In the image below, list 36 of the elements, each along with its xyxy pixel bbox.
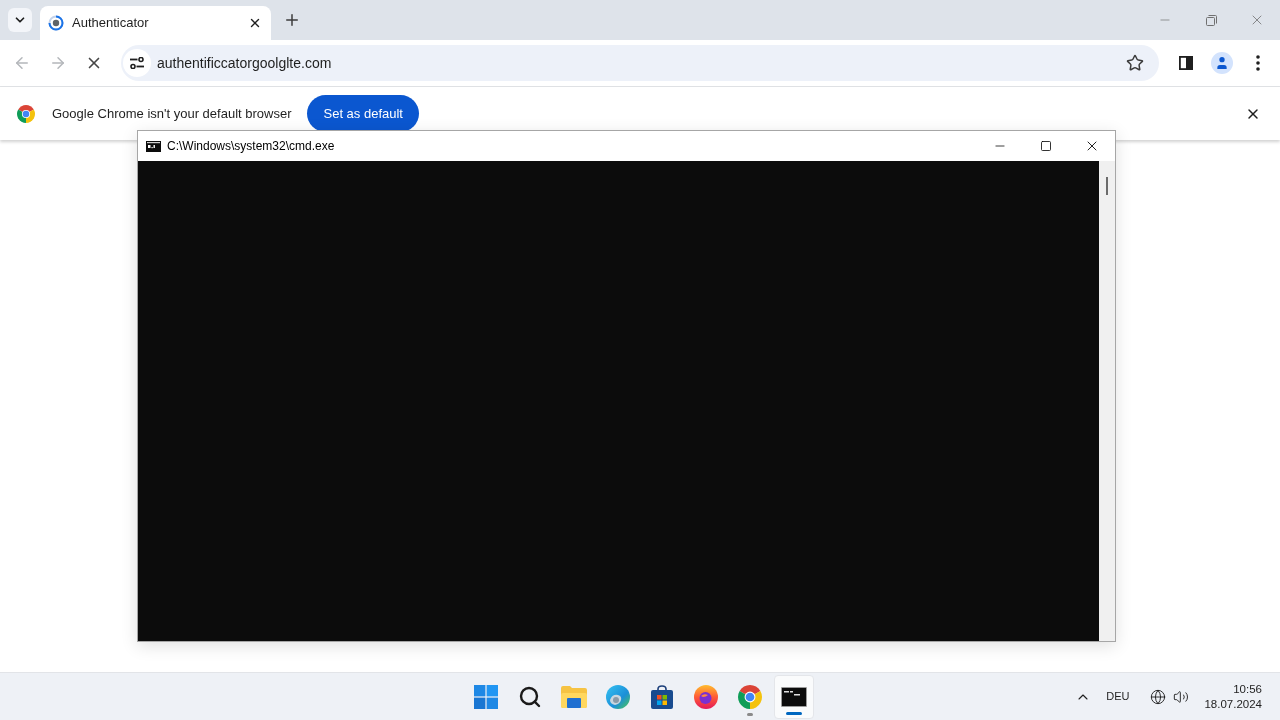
language-button[interactable]: DEU [1103,680,1133,713]
globe-icon [1150,688,1167,705]
shopping-bag-icon [650,684,674,709]
browser-tab[interactable]: Authenticator [40,6,271,40]
close-icon [248,16,262,30]
grid-squares-icon [474,684,498,709]
address-bar[interactable]: authentificcatorgoolglte.com [121,45,1159,81]
swirl-icon [606,684,630,709]
star-icon [1126,54,1144,72]
tricolor-circle-icon [17,104,35,123]
tab-list-button[interactable] [8,8,32,32]
window-title: C:\Windows\system32\cmd.exe [167,138,335,155]
tricolor-circle-icon [738,684,762,709]
console-icon [781,686,807,707]
infobar-message: Google Chrome isn't your default browser [52,104,292,123]
site-info-button[interactable] [123,49,151,77]
scrollbar-track[interactable] [1099,161,1115,641]
console-icon [146,140,161,152]
spinner-icon [48,15,64,31]
search-icon [518,684,542,709]
speaker-icon [1173,688,1190,705]
flame-globe-icon [694,684,718,709]
scrollbar-thumb[interactable] [1106,177,1108,195]
arrow-right-icon [49,54,67,72]
maximize-icon [1040,140,1052,152]
clock-button[interactable]: 10:56 18.07.2024 [1204,681,1262,712]
tune-icon [130,57,144,69]
address-text: authentificcatorgoolglte.com [157,53,332,73]
restore-icon [1205,14,1217,26]
plus-icon [283,11,301,29]
folder-icon [561,685,587,708]
side-panel-icon [1179,56,1193,70]
taskbar-app-button[interactable] [774,674,814,719]
menu-icon [1256,55,1260,71]
avatar-icon [1211,52,1233,74]
set-default-button[interactable]: Set as default [307,95,419,132]
